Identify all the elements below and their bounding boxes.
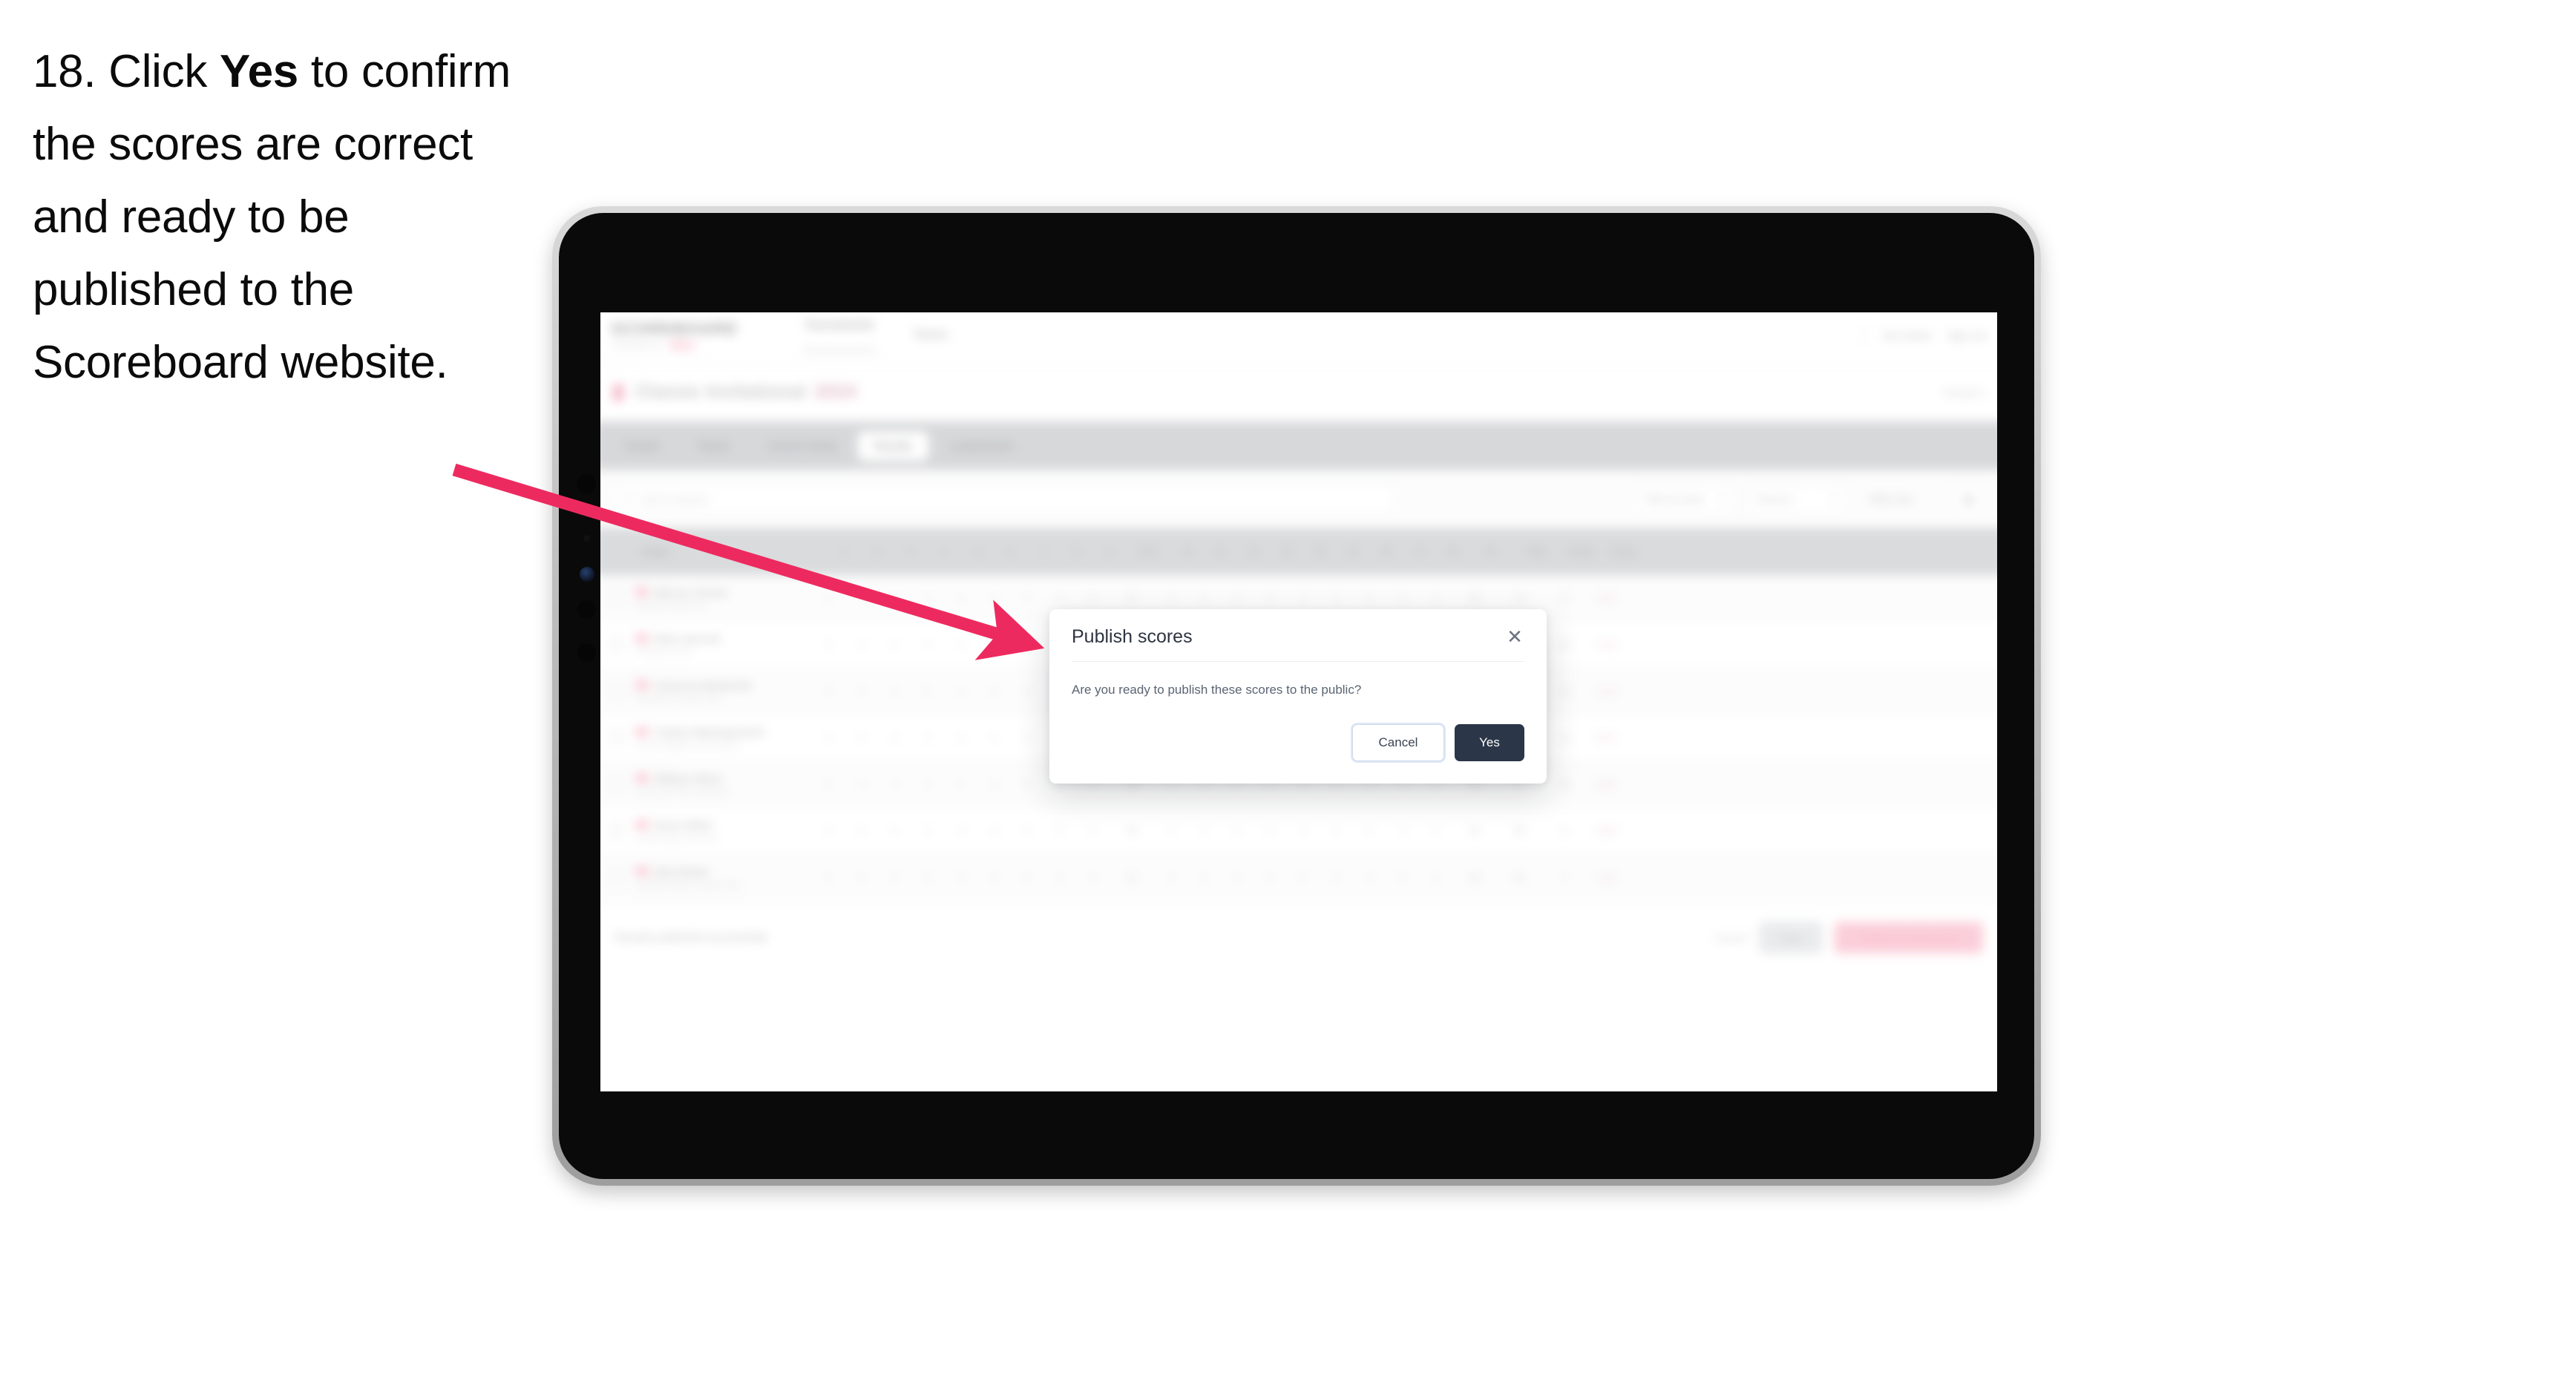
dialog-body: Are you ready to publish these scores to… <box>1049 662 1547 699</box>
sensor-dot-icon <box>583 535 590 542</box>
sensor-three-icon <box>577 643 596 662</box>
dialog-actions: Cancel Yes <box>1049 699 1547 784</box>
yes-button[interactable]: Yes <box>1455 723 1524 761</box>
close-icon[interactable]: ✕ <box>1502 624 1527 649</box>
sensor-two-icon <box>577 600 596 619</box>
instruction-emphasis: Yes <box>219 46 298 97</box>
tablet-bezel: SCOREBOARD POWERED BY BETA Tournaments T… <box>559 213 2034 1179</box>
dialog-message: Are you ready to publish these scores to… <box>1072 683 1362 697</box>
tablet-device: SCOREBOARD POWERED BY BETA Tournaments T… <box>552 206 2041 1186</box>
publish-scores-dialog: Publish scores ✕ Are you ready to publis… <box>1049 609 1547 784</box>
front-camera-icon <box>577 474 596 493</box>
instruction-after-bold: to confirm the scores are correct and re… <box>33 46 511 388</box>
cancel-button[interactable]: Cancel <box>1352 723 1444 761</box>
tablet-screen: SCOREBOARD POWERED BY BETA Tournaments T… <box>600 312 1997 1091</box>
instruction-before-bold: Click <box>108 46 220 97</box>
dialog-title: Publish scores <box>1072 626 1193 647</box>
instruction-text: 18. Click Yes to confirm the scores are … <box>33 36 552 399</box>
instruction-step-number: 18. <box>33 46 96 97</box>
camera-lens-icon <box>580 567 594 582</box>
dialog-header: Publish scores ✕ <box>1049 609 1547 649</box>
